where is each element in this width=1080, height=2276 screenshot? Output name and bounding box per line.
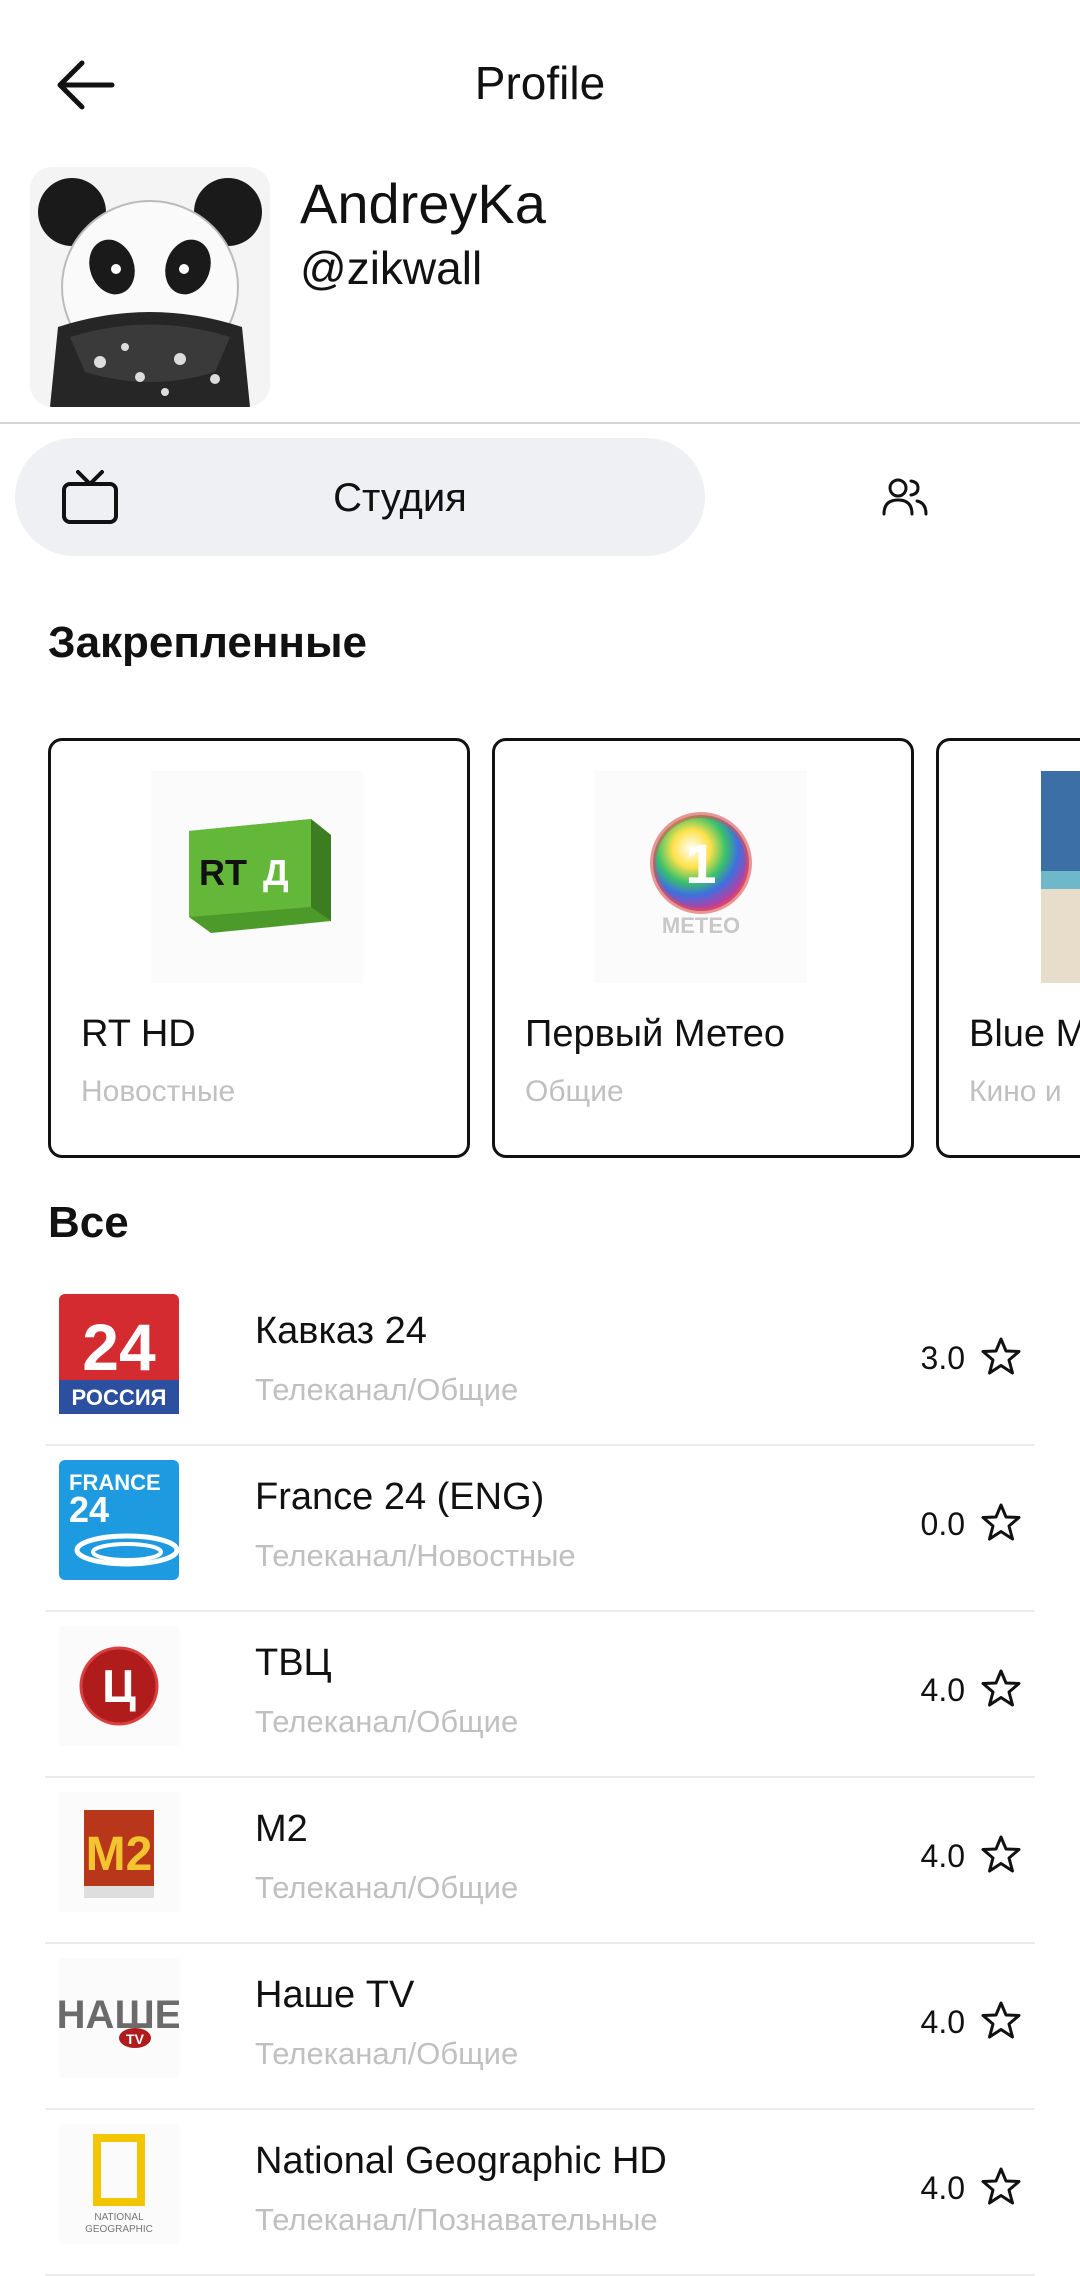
star-icon[interactable] — [981, 1834, 1021, 1874]
profile-username: AndreyKa — [300, 172, 546, 235]
svg-text:RT: RT — [199, 852, 247, 893]
svg-text:РОССИЯ: РОССИЯ — [72, 1385, 167, 1410]
svg-text:NATIONAL: NATIONAL — [94, 2212, 144, 2223]
nashe-tv-logo: НАШЕ TV — [59, 1958, 179, 2078]
tab-studio-label: Студия — [333, 476, 467, 520]
channel-category: Телеканал/Общие — [255, 1704, 519, 1739]
svg-text:МЕТЕО: МЕТЕО — [662, 913, 740, 938]
list-item[interactable]: NATIONAL GEOGRAPHIC National Geographic … — [45, 2110, 1035, 2276]
star-icon[interactable] — [981, 1668, 1021, 1708]
channel-name: France 24 (ENG) — [255, 1476, 545, 1518]
channel-category: Телеканал/Общие — [255, 1870, 519, 1905]
channel-list: 24 РОССИЯ Кавказ 24 Телеканал/Общие 3.0 … — [45, 1280, 1035, 2276]
channel-rating: 0.0 — [920, 1506, 965, 1542]
list-item[interactable]: M2 M2 Телеканал/Общие 4.0 — [45, 1778, 1035, 1944]
tab-friends[interactable] — [850, 466, 960, 528]
list-item[interactable]: 24 РОССИЯ Кавказ 24 Телеканал/Общие 3.0 — [45, 1280, 1035, 1446]
national-geographic-logo: NATIONAL GEOGRAPHIC — [59, 2124, 179, 2244]
svg-text:24: 24 — [82, 1310, 156, 1384]
tvc-logo: Ц — [59, 1626, 179, 1746]
pinned-card[interactable]: RT Д RT HD Новостные — [48, 738, 470, 1158]
card-category: Общие — [525, 1075, 624, 1108]
channel-category: Телеканал/Новостные — [255, 1538, 576, 1573]
channel-name: Кавказ 24 — [255, 1310, 427, 1352]
panda-avatar-image — [30, 167, 270, 407]
svg-text:Ц: Ц — [102, 1660, 136, 1712]
svg-text:TV: TV — [126, 2031, 145, 2047]
users-icon — [882, 478, 928, 516]
channel-category: Телеканал/Общие — [255, 2036, 519, 2071]
card-category: Новостные — [81, 1075, 236, 1108]
m2-logo: M2 — [59, 1792, 179, 1912]
svg-text:24: 24 — [69, 1489, 109, 1530]
channel-rating: 3.0 — [920, 1340, 965, 1376]
star-icon[interactable] — [981, 2000, 1021, 2040]
channel-category: Телеканал/Общие — [255, 1372, 519, 1407]
meteo-logo: 1 МЕТЕО — [595, 771, 807, 983]
section-title-pinned: Закрепленные — [48, 618, 368, 667]
list-item[interactable]: FRANCE 24 France 24 (ENG) Телеканал/Ново… — [45, 1446, 1035, 1612]
blue-sea-thumbnail — [1041, 771, 1080, 983]
star-icon[interactable] — [981, 1502, 1021, 1542]
svg-text:GEOGRAPHIC: GEOGRAPHIC — [85, 2224, 153, 2235]
france-24-logo: FRANCE 24 — [59, 1460, 179, 1580]
star-icon[interactable] — [981, 1336, 1021, 1376]
card-name: Первый Метео — [525, 1013, 786, 1055]
tab-studio[interactable]: Студия — [15, 438, 705, 556]
pinned-card[interactable]: Blue M Кино и — [936, 738, 1080, 1158]
channel-rating: 4.0 — [920, 2170, 965, 2206]
card-name: RT HD — [81, 1013, 196, 1055]
profile-header: AndreyKa @zikwall — [0, 165, 1080, 423]
channel-name: National Geographic HD — [255, 2140, 667, 2182]
rt-d-logo: RT Д — [151, 771, 363, 983]
svg-text:M2: M2 — [86, 1828, 153, 1881]
card-category: Кино и — [969, 1075, 1062, 1108]
svg-text:НАШЕ: НАШЕ — [59, 1993, 179, 2037]
channel-name: M2 — [255, 1808, 308, 1850]
profile-handle: @zikwall — [300, 242, 483, 294]
channel-name: ТВЦ — [255, 1642, 332, 1684]
card-name: Blue M — [969, 1013, 1080, 1055]
page-title: Profile — [474, 57, 606, 109]
top-app-bar: Profile — [0, 0, 1080, 170]
divider — [0, 422, 1080, 424]
star-icon[interactable] — [981, 2166, 1021, 2206]
pinned-carousel[interactable]: RT Д RT HD Новостные 1 МЕТЕО Первый Мете… — [0, 738, 1080, 1160]
list-item[interactable]: НАШЕ TV Наше TV Телеканал/Общие 4.0 — [45, 1944, 1035, 2110]
channel-rating: 4.0 — [920, 1838, 965, 1874]
channel-rating: 4.0 — [920, 2004, 965, 2040]
section-title-all: Все — [48, 1198, 129, 1247]
channel-category: Телеканал/Познавательные — [255, 2202, 658, 2237]
tab-bar: Студия — [0, 438, 1080, 556]
pinned-card[interactable]: 1 МЕТЕО Первый Метео Общие — [492, 738, 914, 1158]
svg-text:Д: Д — [263, 852, 289, 893]
list-item[interactable]: Ц ТВЦ Телеканал/Общие 4.0 — [45, 1612, 1035, 1778]
channel-name: Наше TV — [255, 1974, 415, 2016]
avatar[interactable] — [30, 167, 270, 407]
channel-rating: 4.0 — [920, 1672, 965, 1708]
svg-text:1: 1 — [685, 832, 716, 895]
24-russia-logo: 24 РОССИЯ — [59, 1294, 179, 1414]
